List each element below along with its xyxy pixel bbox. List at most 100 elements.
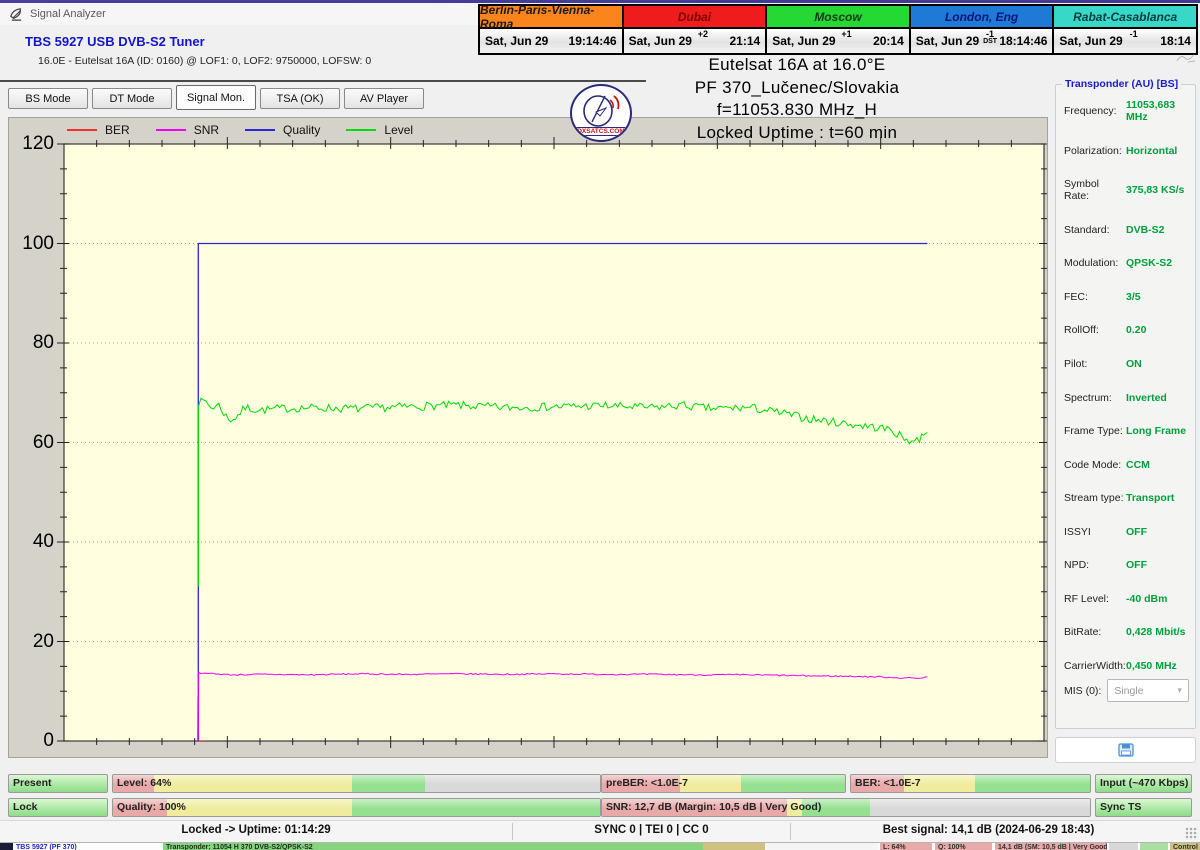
transponder-row-label: CarrierWidth:: [1064, 660, 1126, 672]
transponder-row-value: DVB-S2: [1126, 223, 1165, 236]
signal-history-chart: [57, 137, 1047, 748]
transponder-row-value: 0.20: [1126, 324, 1147, 337]
clock-date: Sat, Jun 29: [915, 34, 980, 48]
frequency-line: f=11053.830 MHz_H: [716, 100, 878, 119]
transponder-row-value: CCM: [1126, 458, 1150, 471]
background-window-fragment: Transponder: 11054 H 370 DVB-S2/QPSK-S2: [163, 843, 703, 850]
status-meter-label: Lock: [13, 801, 38, 813]
background-window-fragment: 14,1 dB (SM: 10,5 dB | Very Good): [995, 843, 1107, 850]
statusbar-uptime: Locked -> Uptime: 01:14:29: [181, 824, 331, 836]
transponder-row: Pilot: ON: [1064, 358, 1191, 370]
dxsatcs-logo-text: DXSATCS.COM: [572, 127, 630, 136]
tab-tsa-ok[interactable]: TSA (OK): [260, 88, 340, 109]
signal-chart-panel: BER SNR Quality Level 120 100 80 60 40 20 0: [8, 117, 1048, 758]
save-button[interactable]: [1055, 737, 1196, 763]
transponder-row-value: ON: [1126, 357, 1142, 370]
transponder-row: Polarization: Horizontal: [1064, 145, 1191, 157]
level-meter: Level: 64%: [112, 774, 601, 793]
transponder-row-label: BitRate:: [1064, 626, 1102, 639]
background-window-fragment: [1109, 843, 1138, 850]
background-window-sliver: TBS 5927 (PF 370) Transponder: 11054 H 37…: [0, 842, 1200, 850]
header-divider: [0, 80, 646, 82]
transponder-row-label: Pilot:: [1064, 357, 1088, 370]
clock-city-label: Moscow: [767, 6, 909, 29]
clock-date: Sat, Jun 29: [485, 34, 549, 48]
transponder-row-value: Horizontal: [1126, 144, 1178, 157]
transponder-row-value: Transport: [1126, 492, 1175, 505]
transponder-row-label: Polarization:: [1064, 144, 1122, 157]
clock-date: Sat, Jun 29: [628, 34, 692, 48]
syncts-indicator: Sync TS: [1095, 798, 1192, 817]
tuner-name: TBS 5927 USB DVB-S2 Tuner: [25, 34, 205, 49]
present-indicator: Present: [8, 774, 108, 793]
transponder-row: RollOff: 0.20: [1064, 324, 1191, 336]
world-clock-cell: Rabat-Casablanca Sat, Jun 29 -1 18:14: [1054, 6, 1196, 53]
transponder-row: FEC: 3/5: [1064, 291, 1191, 303]
tab-signal-mon[interactable]: Signal Mon.: [176, 85, 256, 110]
transponder-row-value: QPSK-S2: [1126, 257, 1173, 270]
world-clock-cell: Dubai Sat, Jun 29 +2 21:14: [623, 6, 768, 53]
clock-city-label: Rabat-Casablanca: [1054, 6, 1196, 29]
clock-city-label: Berlin-Paris-Vienna-Roma: [480, 3, 622, 31]
mis-selected-value: Single: [1114, 684, 1144, 697]
transponder-row-value: 375,83 KS/s: [1126, 184, 1185, 197]
preber-meter: preBER: <1.0E-7: [601, 774, 846, 793]
tab-bs-mode[interactable]: BS Mode: [8, 88, 88, 109]
meter-segment-gray: [870, 799, 1090, 816]
clock-date: Sat, Jun 29: [772, 34, 836, 48]
clock-city-label: London, Eng: [910, 6, 1053, 29]
satellite-position-line: Eutelsat 16A at 16.0°E: [708, 55, 886, 74]
meter-segment-yellow: [679, 775, 741, 792]
transponder-row: Frame Type: Long Frame: [1064, 425, 1191, 437]
feed-name-line: PF 370_Lučenec/Slovakia: [694, 77, 900, 97]
tab-dt-mode[interactable]: DT Mode: [92, 88, 172, 109]
meter-segment-gray: [424, 775, 600, 792]
ber-meter: BER: <1.0E-7: [850, 774, 1091, 793]
transponder-row: Stream type: Transport: [1064, 492, 1191, 504]
status-meter-label: Sync TS: [1100, 801, 1142, 813]
statusbar: Locked -> Uptime: 01:14:29 SYNC 0 | TEI …: [0, 820, 1200, 843]
clock-utc-offset: +2: [697, 29, 709, 39]
transponder-row-label: RF Level:: [1064, 592, 1109, 605]
tab-av-player[interactable]: AV Player: [344, 88, 424, 109]
background-window-fragment: L: 64%: [880, 843, 932, 850]
transponder-row-value: Long Frame: [1126, 425, 1187, 438]
status-meter-label: Level: 64%: [117, 777, 172, 789]
clock-time: 19:14:46: [568, 34, 617, 48]
clock-date: Sat, Jun 29: [1059, 34, 1123, 48]
transponder-row-value: 0,450 MHz: [1126, 660, 1177, 672]
meter-segment-yellow: [166, 799, 352, 816]
transponder-row: NPD: OFF: [1064, 559, 1191, 571]
background-window-fragment: TBS 5927 (PF 370): [13, 843, 161, 850]
transponder-row-label: ISSYI: [1064, 525, 1091, 538]
transponder-row-label: Code Mode:: [1064, 458, 1122, 471]
statusbar-sync-counters: SYNC 0 | TEI 0 | CC 0: [594, 824, 709, 836]
transponder-row-value: 3/5: [1126, 290, 1141, 303]
meter-segment-green: [351, 775, 425, 792]
transponder-row-value: 11053,683 MHz: [1126, 99, 1176, 123]
resize-grip[interactable]: [1185, 827, 1198, 840]
transponder-row: Modulation: QPSK-S2: [1064, 257, 1191, 269]
world-clock-cell: Berlin-Paris-Vienna-Roma Sat, Jun 29 19:…: [480, 3, 624, 53]
transponder-row: Symbol Rate: 375,83 KS/s: [1064, 178, 1191, 202]
background-window-fragment: [1140, 843, 1168, 850]
uptime-line: Locked Uptime : t=60 min: [696, 122, 898, 142]
transponder-row-label: Spectrum:: [1064, 391, 1112, 404]
input-indicator: Input (~470 Kbps): [1095, 774, 1192, 793]
clock-time: 18:14: [1160, 34, 1191, 48]
status-meter-label: Quality: 100%: [117, 801, 186, 813]
satellite-header: Eutelsat 16A at 16.0°E PF 370_Lučenec/Sl…: [632, 54, 962, 144]
world-clock-bar: Berlin-Paris-Vienna-Roma Sat, Jun 29 19:…: [478, 3, 1198, 55]
status-meter-label: Input (~470 Kbps): [1100, 777, 1189, 789]
mis-select[interactable]: Single ▾: [1107, 679, 1189, 702]
transponder-row-label: RollOff:: [1064, 324, 1099, 337]
meter-segment-green: [975, 775, 1090, 792]
dxsatcs-logo: DXSATCS.COM: [570, 84, 632, 142]
background-window-fragment: Q: 100%: [935, 843, 992, 850]
transponder-row-value: Inverted: [1126, 391, 1167, 404]
clock-time: 21:14: [729, 34, 761, 48]
clock-city-label: Dubai: [623, 6, 766, 29]
transponder-panel-title: Transponder (AU) [BS]: [1062, 78, 1182, 90]
transponder-row-label: FEC:: [1064, 290, 1088, 303]
background-window-fragment: Control: [1170, 843, 1200, 850]
